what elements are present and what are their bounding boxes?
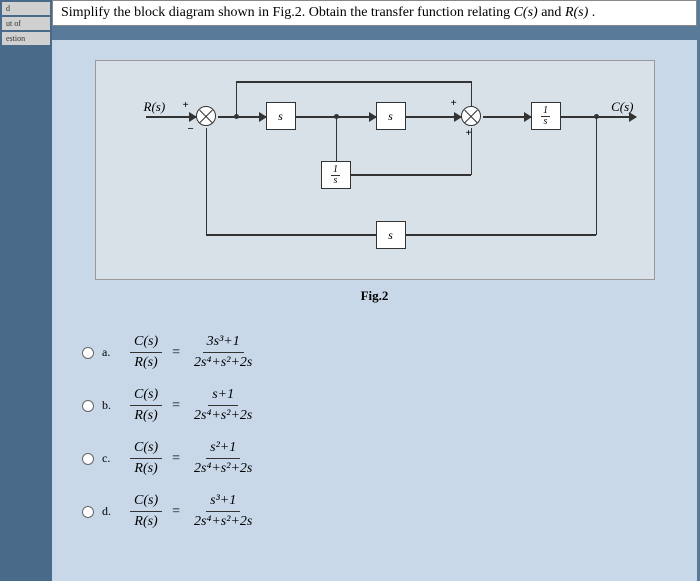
radio-button[interactable] xyxy=(82,506,94,518)
sidebar: d ut of estion xyxy=(0,0,52,581)
option-equation: C(s)R(s) = s²+12s⁴+s²+2s xyxy=(124,440,262,477)
line xyxy=(236,81,471,83)
question-header: Simplify the block diagram shown in Fig.… xyxy=(52,0,697,26)
option-c[interactable]: c. C(s)R(s) = s²+12s⁴+s²+2s xyxy=(82,440,677,477)
line xyxy=(406,116,461,118)
line xyxy=(218,116,266,118)
line xyxy=(206,128,208,235)
sidebar-text: d xyxy=(2,2,50,15)
input-label: R(s) xyxy=(144,99,166,115)
line xyxy=(406,234,596,236)
block-s-2: s xyxy=(376,102,406,130)
line xyxy=(483,116,531,118)
option-label: d. xyxy=(102,504,114,519)
sign-plus: + xyxy=(183,99,189,111)
block-1-over-s: 1s xyxy=(531,102,561,130)
option-a[interactable]: a. C(s)R(s) = 3s³+12s⁴+s²+2s xyxy=(82,334,677,371)
option-label: b. xyxy=(102,398,114,413)
radio-button[interactable] xyxy=(82,400,94,412)
question-suffix: . xyxy=(592,5,596,20)
summing-junction-1 xyxy=(196,106,216,126)
line xyxy=(336,116,338,161)
sign-minus: − xyxy=(188,123,194,135)
line xyxy=(471,81,473,106)
line xyxy=(471,128,473,175)
line xyxy=(596,116,598,235)
line xyxy=(206,234,376,236)
option-equation: C(s)R(s) = s³+12s⁴+s²+2s xyxy=(124,493,262,530)
sidebar-text: ut of xyxy=(2,17,50,30)
sidebar-text: estion xyxy=(2,32,50,45)
summing-junction-2 xyxy=(461,106,481,126)
block-diagram: R(s) C(s) + − s s + + 1s 1s xyxy=(95,60,655,280)
line xyxy=(236,81,238,116)
question-between: and xyxy=(541,5,565,20)
option-equation: C(s)R(s) = s+12s⁴+s²+2s xyxy=(124,387,262,424)
radio-button[interactable] xyxy=(82,347,94,359)
option-equation: C(s)R(s) = 3s³+12s⁴+s²+2s xyxy=(124,334,262,371)
feedback-block-1-over-s: 1s xyxy=(321,161,351,189)
question-cs: C(s) xyxy=(514,5,538,20)
block-s-1: s xyxy=(266,102,296,130)
question-rs: R(s) xyxy=(565,5,588,20)
feedback-block-s: s xyxy=(376,221,406,249)
line xyxy=(351,174,471,176)
option-b[interactable]: b. C(s)R(s) = s+12s⁴+s²+2s xyxy=(82,387,677,424)
figure-caption: Fig.2 xyxy=(72,288,677,304)
line xyxy=(146,116,196,118)
sign-plus: + xyxy=(451,97,457,109)
question-text: Simplify the block diagram shown in Fig.… xyxy=(61,5,514,20)
option-d[interactable]: d. C(s)R(s) = s³+12s⁴+s²+2s xyxy=(82,493,677,530)
radio-button[interactable] xyxy=(82,453,94,465)
options-list: a. C(s)R(s) = 3s³+12s⁴+s²+2s b. C(s)R(s)… xyxy=(82,334,677,530)
content-area: R(s) C(s) + − s s + + 1s 1s xyxy=(52,40,697,581)
option-label: c. xyxy=(102,451,114,466)
option-label: a. xyxy=(102,345,114,360)
